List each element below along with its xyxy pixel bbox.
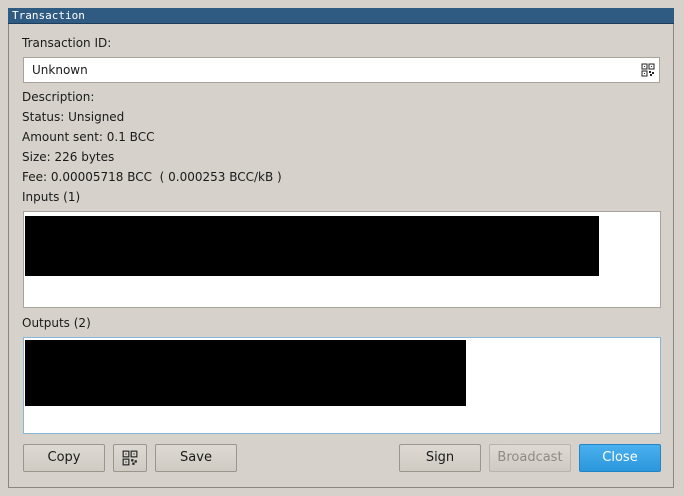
close-button[interactable]: Close <box>579 444 661 472</box>
transaction-id-label: Transaction ID: <box>22 36 112 50</box>
qr-code-icon <box>122 450 138 466</box>
inputs-label: Inputs (1) <box>22 190 81 204</box>
outputs-list[interactable] <box>23 337 661 434</box>
sign-button[interactable]: Sign <box>399 444 481 472</box>
redacted-input-row <box>25 216 599 276</box>
qr-code-icon[interactable] <box>641 63 655 77</box>
size-label: Size: 226 bytes <box>22 150 115 164</box>
outputs-label: Outputs (2) <box>22 316 91 330</box>
amount-label: Amount sent: 0.1 BCC <box>22 130 155 144</box>
save-button[interactable]: Save <box>155 444 237 472</box>
copy-button[interactable]: Copy <box>23 444 105 472</box>
redacted-output-rows <box>25 340 466 406</box>
status-label: Status: Unsigned <box>22 110 125 124</box>
transaction-dialog: Transaction Transaction ID: Unknown Desc… <box>0 0 684 496</box>
fee-label: Fee: 0.00005718 BCC ( 0.000253 BCC/kB ) <box>22 170 282 184</box>
show-qr-button[interactable] <box>113 444 147 472</box>
transaction-id-value[interactable]: Unknown <box>32 63 88 77</box>
inputs-list[interactable] <box>23 211 661 308</box>
transaction-id-field[interactable]: Unknown <box>23 57 660 83</box>
description-label: Description: <box>22 90 95 104</box>
broadcast-button[interactable]: Broadcast <box>489 444 571 472</box>
window-title[interactable]: Transaction <box>8 8 674 24</box>
